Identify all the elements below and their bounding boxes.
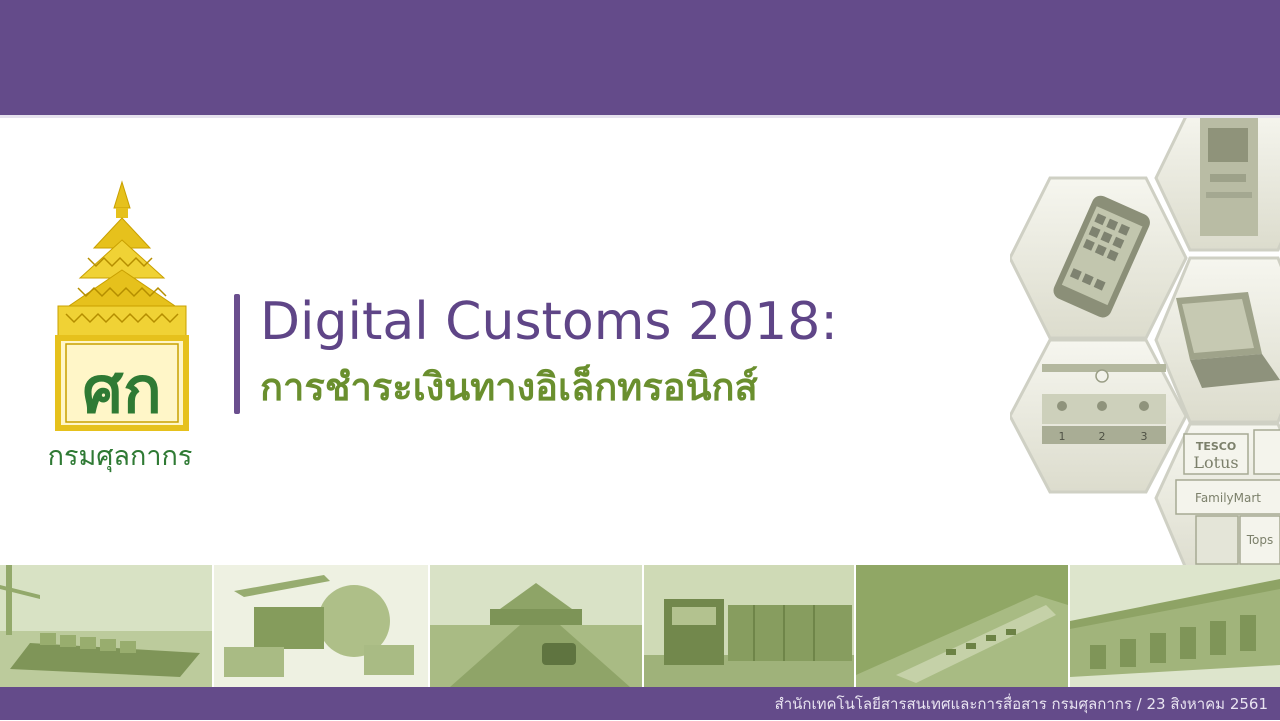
footer-bar: สำนักเทคโนโลยีสารสนเทศและการสื่อสาร กรมศ… [0,687,1280,720]
hex-stores-image: TESCO Lotus FamilyMart Tops [1154,422,1280,566]
hex-queue-image: 1 2 3 [1010,338,1188,494]
photo-freight-train [644,565,854,687]
customs-logo: ศก [38,178,206,468]
queue-number-2: 2 [1099,430,1106,443]
hexagon-collage: 1 2 3 TESCO Lotus FamilyMart Tops [1010,118,1280,566]
title-accent-bar [234,294,240,414]
store-logo-lotus: Lotus [1193,453,1238,472]
photo-warehouse [1070,565,1280,687]
photo-container-ship [0,565,212,687]
photo-cargo-globe [214,565,428,687]
photo-strip [0,565,1280,687]
store-logo-tesco: TESCO [1196,440,1236,453]
store-logo-tops: Tops [1246,533,1274,547]
emblem-letters: ศก [82,354,161,428]
slide-title: Digital Customs 2018: [260,292,838,352]
slide-subtitle: การชำระเงินทางอิเล็กทรอนิกส์ [260,365,758,409]
logo-text: กรมศุลกากร [47,441,193,472]
store-logo-familymart: FamilyMart [1195,491,1261,505]
footer-text: สำนักเทคโนโลยีสารสนเทศและการสื่อสาร กรมศ… [774,695,1268,713]
photo-aerial-port [856,565,1068,687]
hex-atm-image [1154,118,1280,252]
queue-number-3: 3 [1141,430,1148,443]
hex-smartphone-image [1010,176,1188,340]
header-bar [0,0,1280,115]
photo-checkpoint-road [430,565,642,687]
queue-number-1: 1 [1059,430,1066,443]
